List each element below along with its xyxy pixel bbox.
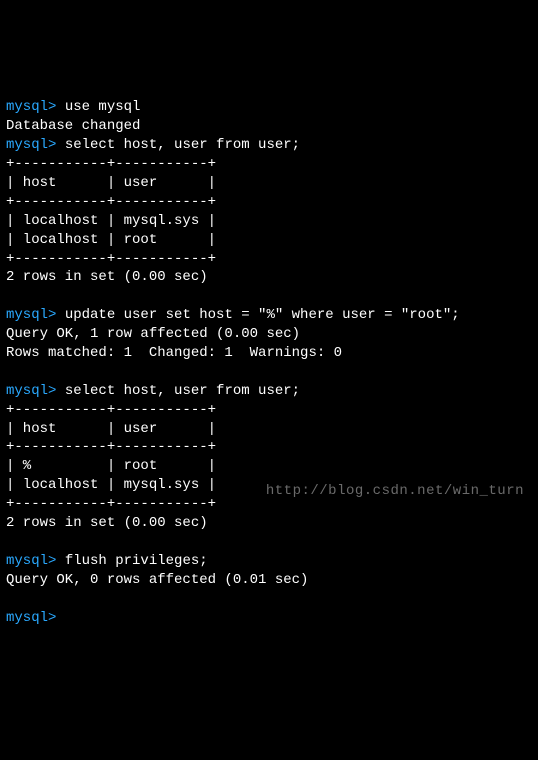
table-border: +-----------+-----------+ — [6, 402, 216, 418]
command-flush: flush privileges; — [56, 553, 207, 569]
mysql-prompt: mysql> — [6, 99, 56, 115]
output-db-changed: Database changed — [6, 118, 140, 134]
table-border: +-----------+-----------+ — [6, 194, 216, 210]
table-border: +-----------+-----------+ — [6, 439, 216, 455]
table-border: +-----------+-----------+ — [6, 496, 216, 512]
output-rows-in-set: 2 rows in set (0.00 sec) — [6, 515, 208, 531]
table-row: | localhost | root | — [6, 232, 216, 248]
output-query-ok: Query OK, 0 rows affected (0.01 sec) — [6, 572, 308, 588]
mysql-prompt: mysql> — [6, 553, 56, 569]
output-query-ok: Query OK, 1 row affected (0.00 sec) — [6, 326, 300, 342]
output-rows-in-set: 2 rows in set (0.00 sec) — [6, 269, 208, 285]
table-row: | % | root | — [6, 458, 216, 474]
watermark: http://blog.csdn.net/win_turn — [266, 482, 524, 501]
table-border: +-----------+-----------+ — [6, 156, 216, 172]
mysql-prompt[interactable]: mysql> — [6, 610, 56, 626]
output-rows-matched: Rows matched: 1 Changed: 1 Warnings: 0 — [6, 345, 342, 361]
mysql-prompt: mysql> — [6, 383, 56, 399]
terminal: mysql> use mysql Database changed mysql>… — [6, 80, 532, 628]
mysql-prompt: mysql> — [6, 307, 56, 323]
table-header: | host | user | — [6, 175, 216, 191]
command-use-mysql: use mysql — [56, 99, 140, 115]
table-header: | host | user | — [6, 421, 216, 437]
mysql-prompt: mysql> — [6, 137, 56, 153]
table-row: | localhost | mysql.sys | — [6, 477, 216, 493]
table-row: | localhost | mysql.sys | — [6, 213, 216, 229]
command-update: update user set host = "%" where user = … — [56, 307, 459, 323]
table-border: +-----------+-----------+ — [6, 251, 216, 267]
command-select-2: select host, user from user; — [56, 383, 300, 399]
command-select-1: select host, user from user; — [56, 137, 300, 153]
